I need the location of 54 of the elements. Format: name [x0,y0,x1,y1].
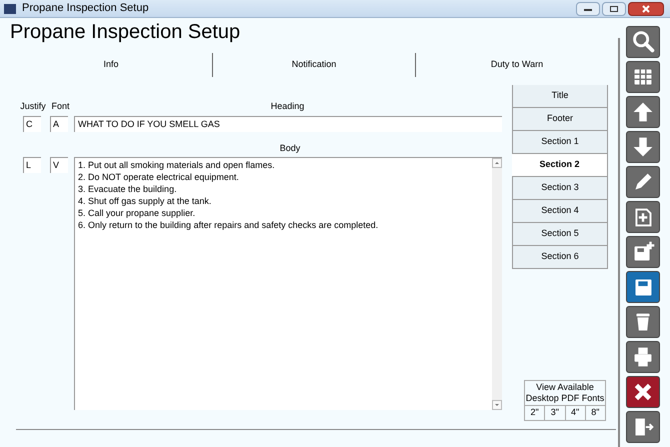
down-button[interactable] [626,131,660,163]
section-tab[interactable]: Section 2 [512,154,608,177]
section-tab[interactable]: Footer [512,108,608,131]
app-icon [4,4,16,14]
delete-button[interactable] [626,306,660,338]
scrollbar[interactable] [492,158,502,410]
exit-button[interactable] [626,411,660,443]
font-field[interactable]: A [50,116,68,132]
edit-button[interactable] [626,166,660,198]
field-label: Body [278,142,302,154]
body-line: 5. Call your propane supplier. [78,207,196,219]
minimize-button[interactable] [576,2,600,16]
section-tab[interactable]: Section 5 [512,223,608,246]
cancel-button[interactable] [626,376,660,408]
page-title: Propane Inspection Setup [10,20,242,45]
body-line: 2. Do NOT operate electrical equipment. [78,171,239,183]
save-new-button[interactable] [626,236,660,268]
justify-field[interactable]: C [23,116,41,132]
print-button[interactable] [626,341,660,373]
section-tab[interactable]: Section 4 [512,200,608,223]
body-line: 3. Evacuate the building. [78,183,177,195]
up-arrow-icon [493,159,501,167]
save-button[interactable] [626,271,660,303]
section-tab[interactable]: Title [512,85,608,108]
close-button[interactable] [628,2,664,16]
up-button[interactable] [626,96,660,128]
search-button[interactable] [626,26,660,58]
close-icon [641,4,651,12]
maximize-button[interactable] [602,2,626,16]
section-tab[interactable]: Section 3 [512,177,608,200]
field-label: Font [50,100,70,112]
body-textarea[interactable] [74,157,502,410]
section-tab[interactable]: Section 1 [512,131,608,154]
new-button[interactable] [626,201,660,233]
pdf-font-button[interactable]: 8" [586,405,605,420]
pdf-font-button[interactable]: 3" [545,405,566,420]
scroll-up-button[interactable] [492,158,502,168]
heading-field[interactable]: WHAT TO DO IF YOU SMELL GAS [74,116,502,132]
body-line: 6. Only return to the building after repairs and safety checks are completed. [78,219,378,231]
field-label: Heading [270,100,306,113]
pdf-font-button[interactable]: 2" [525,405,546,420]
down-arrow-icon [493,401,501,409]
justify-field[interactable]: L [23,157,41,173]
window-title: Propane Inspection Setup [22,1,149,16]
body-line: 1. Put out all smoking materials and open flames. [78,159,275,171]
scroll-down-button[interactable] [492,400,502,410]
section-tab[interactable]: Section 6 [512,246,608,269]
maximize-icon [609,4,619,12]
body-line: 4. Shut off gas supply at the tank. [78,195,212,207]
font-field[interactable]: V [50,157,68,173]
field-label: Justify [19,100,47,113]
pdf-fonts-label: View Available Desktop PDF Fonts [525,381,605,405]
grid-button[interactable] [626,61,660,93]
pdf-font-button[interactable]: 4" [566,405,586,420]
